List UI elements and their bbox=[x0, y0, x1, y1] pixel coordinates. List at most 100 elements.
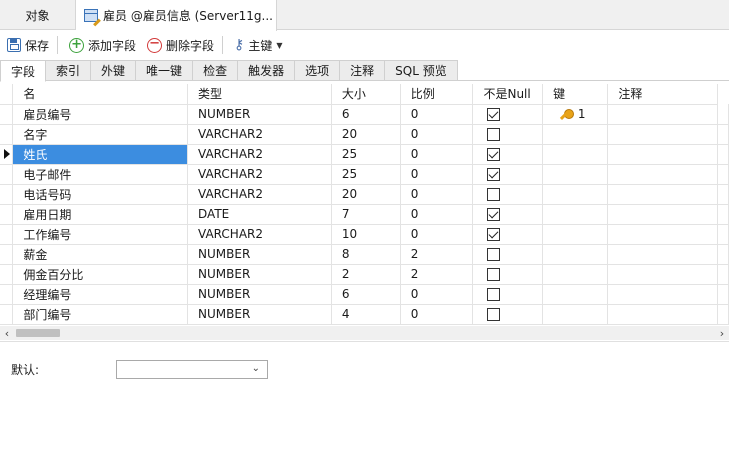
cell-name[interactable]: 电话号码 bbox=[12, 184, 189, 205]
cell-size[interactable]: 8 bbox=[331, 244, 401, 265]
tab-fields[interactable]: 字段 bbox=[0, 60, 47, 82]
column-header-comment[interactable]: 注释 bbox=[607, 84, 718, 105]
cell-type[interactable]: VARCHAR2 bbox=[187, 144, 332, 165]
tab-objects[interactable]: 对象 bbox=[0, 0, 76, 30]
table-row[interactable]: 薪金 NUMBER 8 2 bbox=[0, 244, 729, 265]
cell-key[interactable] bbox=[542, 144, 609, 165]
cell-type[interactable]: DATE bbox=[187, 204, 332, 225]
cell-not-null[interactable] bbox=[472, 284, 544, 305]
cell-key[interactable] bbox=[542, 164, 609, 185]
cell-type[interactable]: VARCHAR2 bbox=[187, 224, 332, 245]
cell-not-null[interactable] bbox=[472, 184, 544, 205]
cell-name[interactable]: 部门编号 bbox=[12, 304, 189, 325]
cell-type[interactable]: VARCHAR2 bbox=[187, 124, 332, 145]
row-indicator[interactable] bbox=[0, 204, 14, 225]
cell-comment[interactable] bbox=[607, 144, 718, 165]
tab-indexes[interactable]: 索引 bbox=[46, 60, 92, 81]
cell-size[interactable]: 4 bbox=[331, 304, 401, 325]
cell-size[interactable]: 6 bbox=[331, 104, 401, 125]
cell-key[interactable] bbox=[542, 244, 609, 265]
scroll-right-icon[interactable]: › bbox=[715, 326, 729, 340]
not-null-checkbox[interactable] bbox=[487, 228, 501, 241]
cell-scale[interactable]: 0 bbox=[400, 184, 474, 205]
not-null-checkbox[interactable] bbox=[487, 308, 501, 321]
cell-not-null[interactable] bbox=[472, 264, 544, 285]
cell-scale[interactable]: 0 bbox=[400, 204, 474, 225]
cell-type[interactable]: VARCHAR2 bbox=[187, 164, 332, 185]
default-value-select[interactable]: ⌄ bbox=[116, 360, 268, 379]
cell-type[interactable]: NUMBER bbox=[187, 264, 332, 285]
column-header-scale[interactable]: 比例 bbox=[400, 84, 474, 105]
table-row[interactable]: 电话号码 VARCHAR2 20 0 bbox=[0, 184, 729, 205]
table-row[interactable]: 电子邮件 VARCHAR2 25 0 bbox=[0, 164, 729, 185]
table-row[interactable]: 部门编号 NUMBER 4 0 bbox=[0, 304, 729, 325]
cell-size[interactable]: 25 bbox=[331, 144, 401, 165]
cell-key[interactable] bbox=[542, 304, 609, 325]
cell-name[interactable]: 雇员编号 bbox=[12, 104, 189, 125]
primary-key-button[interactable]: ⚷ 主键 ▼ bbox=[230, 33, 286, 57]
cell-scale[interactable]: 0 bbox=[400, 304, 474, 325]
not-null-checkbox[interactable] bbox=[487, 248, 501, 261]
cell-size[interactable]: 20 bbox=[331, 124, 401, 145]
table-row[interactable]: 雇用日期 DATE 7 0 bbox=[0, 204, 729, 225]
cell-comment[interactable] bbox=[607, 204, 718, 225]
row-indicator[interactable] bbox=[0, 264, 14, 285]
cell-comment[interactable] bbox=[607, 284, 718, 305]
row-indicator[interactable] bbox=[0, 304, 14, 325]
tab-checks[interactable]: 检查 bbox=[193, 60, 239, 81]
cell-not-null[interactable] bbox=[472, 164, 544, 185]
cell-size[interactable]: 2 bbox=[331, 264, 401, 285]
tab-unique-keys[interactable]: 唯一键 bbox=[136, 60, 194, 81]
not-null-checkbox[interactable] bbox=[487, 128, 501, 141]
cell-name[interactable]: 名字 bbox=[12, 124, 189, 145]
cell-scale[interactable]: 2 bbox=[400, 264, 474, 285]
cell-type[interactable]: NUMBER bbox=[187, 104, 332, 125]
cell-not-null[interactable] bbox=[472, 124, 544, 145]
cell-scale[interactable]: 0 bbox=[400, 164, 474, 185]
row-indicator[interactable] bbox=[0, 244, 14, 265]
row-indicator[interactable] bbox=[0, 124, 14, 145]
horizontal-scrollbar[interactable]: ‹ › bbox=[0, 326, 729, 340]
cell-comment[interactable] bbox=[607, 164, 718, 185]
not-null-checkbox[interactable] bbox=[487, 208, 501, 221]
cell-key[interactable] bbox=[542, 224, 609, 245]
cell-comment[interactable] bbox=[607, 124, 718, 145]
cell-size[interactable]: 10 bbox=[331, 224, 401, 245]
cell-comment[interactable] bbox=[607, 104, 718, 125]
cell-comment[interactable] bbox=[607, 224, 718, 245]
scroll-thumb[interactable] bbox=[16, 329, 60, 337]
column-header-type[interactable]: 类型 bbox=[187, 84, 332, 105]
tab-table-design[interactable]: 雇员 @雇员信息 (Server11g... bbox=[76, 0, 277, 31]
tab-comments[interactable]: 注释 bbox=[340, 60, 386, 81]
tab-options[interactable]: 选项 bbox=[295, 60, 341, 81]
cell-not-null[interactable] bbox=[472, 104, 544, 125]
cell-size[interactable]: 7 bbox=[331, 204, 401, 225]
tab-foreign-keys[interactable]: 外键 bbox=[91, 60, 137, 81]
cell-not-null[interactable] bbox=[472, 204, 544, 225]
cell-type[interactable]: NUMBER bbox=[187, 244, 332, 265]
cell-scale[interactable]: 0 bbox=[400, 284, 474, 305]
tab-sql-preview[interactable]: SQL 预览 bbox=[385, 60, 458, 81]
cell-type[interactable]: NUMBER bbox=[187, 284, 332, 305]
cell-key[interactable] bbox=[542, 184, 609, 205]
cell-size[interactable]: 20 bbox=[331, 184, 401, 205]
cell-scale[interactable]: 0 bbox=[400, 224, 474, 245]
row-indicator[interactable] bbox=[0, 164, 14, 185]
not-null-checkbox[interactable] bbox=[487, 108, 501, 121]
table-row[interactable]: 姓氏 VARCHAR2 25 0 bbox=[0, 144, 729, 165]
cell-name[interactable]: 薪金 bbox=[12, 244, 189, 265]
cell-scale[interactable]: 0 bbox=[400, 144, 474, 165]
cell-comment[interactable] bbox=[607, 184, 718, 205]
cell-key[interactable]: 1 bbox=[542, 104, 609, 125]
cell-key[interactable] bbox=[542, 204, 609, 225]
not-null-checkbox[interactable] bbox=[487, 148, 501, 161]
cell-name[interactable]: 经理编号 bbox=[12, 284, 189, 305]
table-row[interactable]: 佣金百分比 NUMBER 2 2 bbox=[0, 264, 729, 285]
delete-field-button[interactable]: − 删除字段 bbox=[143, 33, 218, 57]
table-row[interactable]: 雇员编号 NUMBER 6 0 1 bbox=[0, 104, 729, 125]
cell-not-null[interactable] bbox=[472, 304, 544, 325]
column-header-name[interactable]: 名 bbox=[12, 84, 189, 105]
not-null-checkbox[interactable] bbox=[487, 188, 501, 201]
cell-not-null[interactable] bbox=[472, 244, 544, 265]
scroll-track[interactable] bbox=[14, 326, 715, 340]
